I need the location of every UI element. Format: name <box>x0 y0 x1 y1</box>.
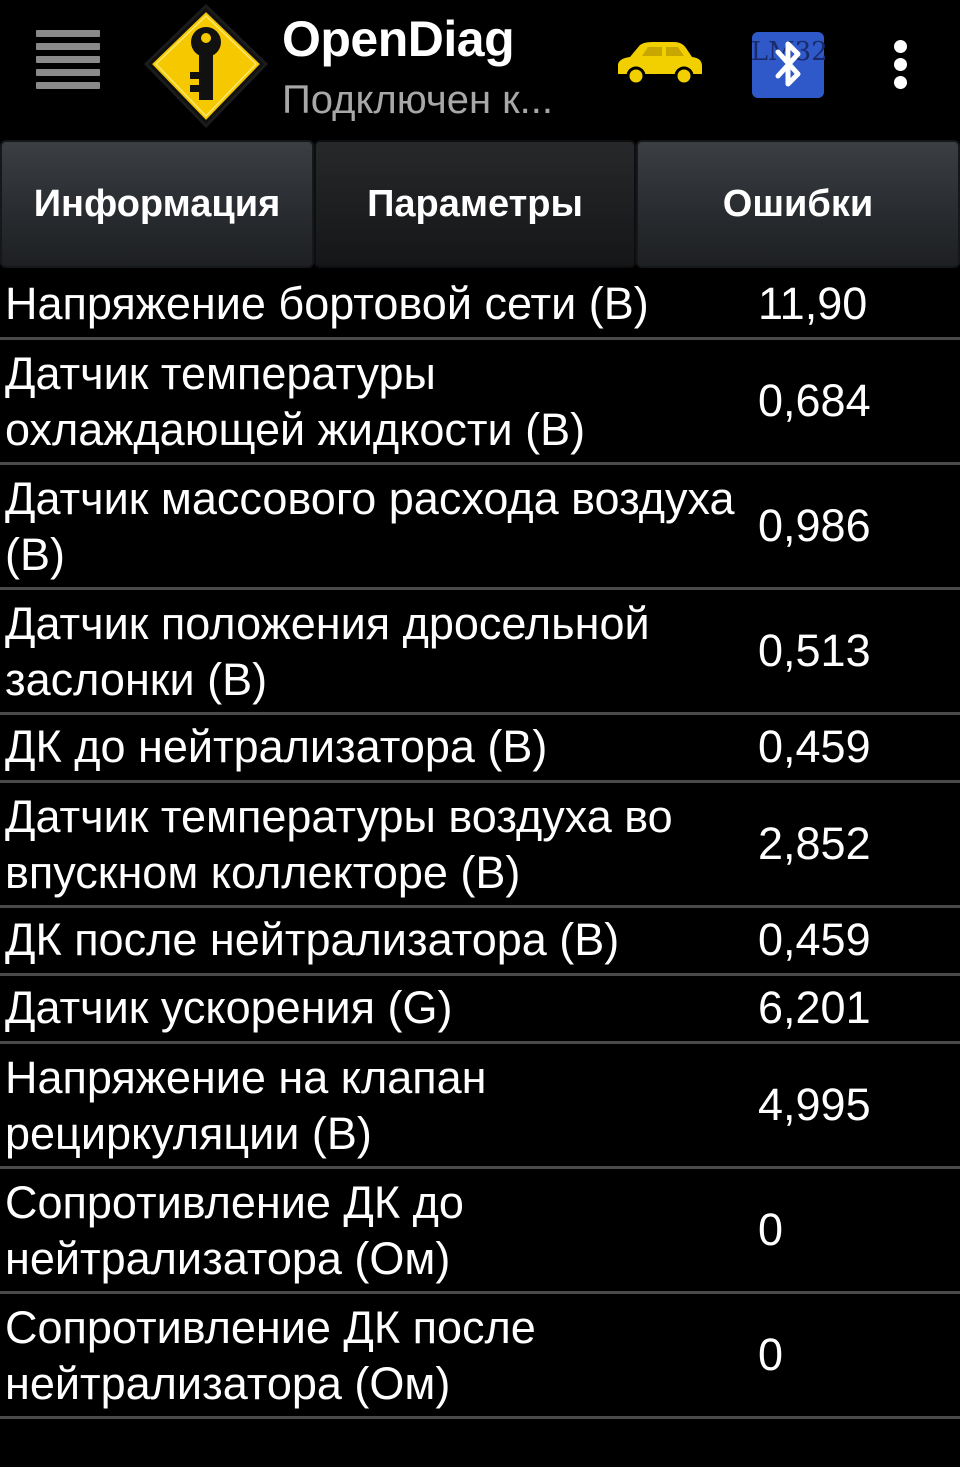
list-item[interactable]: Датчик температуры воздуха во впускном к… <box>0 783 960 908</box>
parameter-name: Датчик температуры воздуха во впускном к… <box>5 791 673 898</box>
parameter-value: 0,684 <box>758 375 871 426</box>
parameter-name: ДК до нейтрализатора (В) <box>5 721 548 772</box>
list-item[interactable]: Датчик массового расхода воздуха (В) 0,9… <box>0 465 960 590</box>
parameter-name: Напряжение на клапан рециркуляции (В) <box>5 1052 487 1159</box>
app-title: OpenDiag <box>282 11 515 67</box>
list-item[interactable]: ДК до нейтрализатора (В) 0,459 <box>0 715 960 783</box>
parameter-name: ДК после нейтрализатора (В) <box>5 914 620 965</box>
parameter-value: 0 <box>758 1204 784 1255</box>
bluetooth-elm327-icon[interactable]: ELM327 <box>732 30 844 100</box>
parameter-value: 0,459 <box>758 914 871 965</box>
tab-information[interactable]: Информация <box>0 140 314 268</box>
list-item[interactable]: ДК после нейтрализатора (В) 0,459 <box>0 908 960 976</box>
parameter-name: Сопротивление ДК после нейтрализатора (О… <box>5 1302 536 1409</box>
parameter-value: 11,90 <box>758 278 868 329</box>
overflow-menu-icon[interactable] <box>885 40 915 90</box>
parameter-name: Датчик температуры охлаждающей жидкости … <box>5 348 586 455</box>
parameter-name: Датчик положения дросельной заслонки (В) <box>5 598 650 705</box>
action-bar: OpenDiag Подключен к... ELM327 <box>0 0 960 138</box>
parameter-name: Датчик массового расхода воздуха (В) <box>5 473 735 580</box>
parameter-value: 6,201 <box>758 982 871 1033</box>
parameter-value: 2,852 <box>758 818 871 869</box>
parameter-value: 0,459 <box>758 721 871 772</box>
connection-status: Подключен к... <box>282 78 553 122</box>
parameter-name: Сопротивление ДК до нейтрализатора (Ом) <box>5 1177 464 1284</box>
app-logo-icon[interactable] <box>140 0 272 132</box>
car-icon[interactable] <box>612 38 706 88</box>
parameter-value: 0,513 <box>758 625 871 676</box>
list-item[interactable]: Сопротивление ДК после нейтрализатора (О… <box>0 1294 960 1419</box>
tab-bar: Информация Параметры Ошибки <box>0 140 960 270</box>
hamburger-menu-icon[interactable] <box>36 30 100 96</box>
parameter-value: 4,995 <box>758 1079 871 1130</box>
parameter-name: Датчик ускорения (G) <box>5 982 453 1033</box>
list-item[interactable]: Датчик положения дросельной заслонки (В)… <box>0 590 960 715</box>
parameter-value: 0 <box>758 1329 784 1380</box>
tab-errors[interactable]: Ошибки <box>636 140 960 268</box>
parameter-list[interactable]: Напряжение бортовой сети (В) 11,90 Датчи… <box>0 272 960 1419</box>
parameter-value: 0,986 <box>758 500 871 551</box>
list-item[interactable]: Датчик температуры охлаждающей жидкости … <box>0 340 960 465</box>
list-item[interactable]: Напряжение бортовой сети (В) 11,90 <box>0 272 960 340</box>
list-item[interactable]: Напряжение на клапан рециркуляции (В) 4,… <box>0 1044 960 1169</box>
tab-parameters[interactable]: Параметры <box>314 140 636 268</box>
list-item[interactable]: Сопротивление ДК до нейтрализатора (Ом) … <box>0 1169 960 1294</box>
list-item[interactable]: Датчик ускорения (G) 6,201 <box>0 976 960 1044</box>
parameter-name: Напряжение бортовой сети (В) <box>5 278 649 329</box>
